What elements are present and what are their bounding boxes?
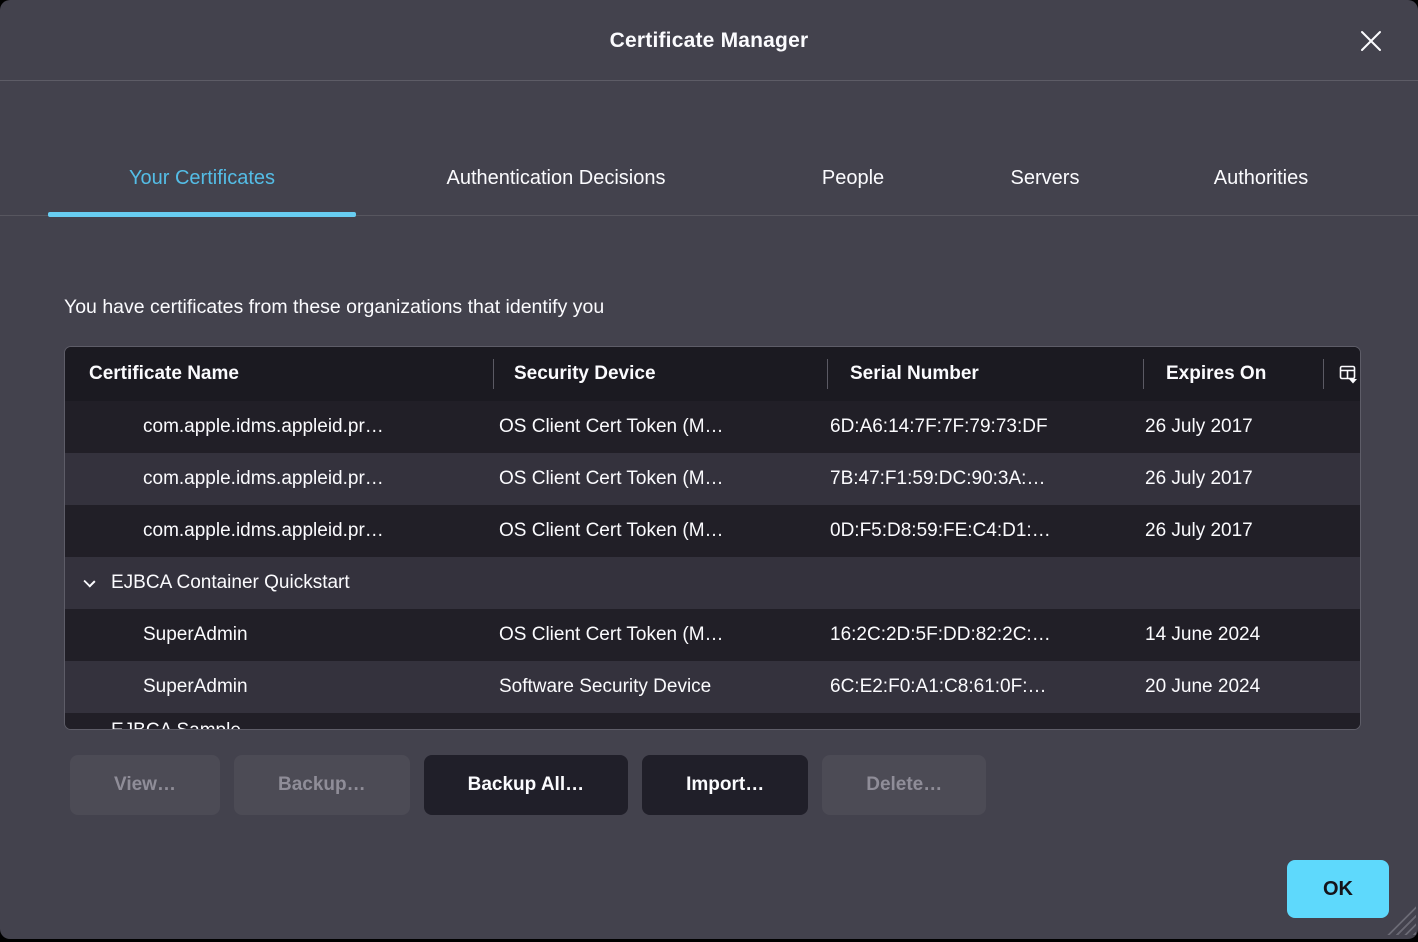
table-header: Certificate Name Security Device Serial …: [65, 347, 1360, 401]
column-header-security-device[interactable]: Security Device: [514, 347, 656, 401]
backup-button: Backup…: [234, 755, 410, 815]
column-picker-button[interactable]: [1335, 360, 1361, 388]
expires-on: 26 July 2017: [1145, 453, 1253, 505]
group-row[interactable]: EJBCA Container Quickstart: [65, 557, 1360, 609]
column-header-expires-on[interactable]: Expires On: [1166, 347, 1266, 401]
action-buttons: View…Backup…Backup All…Import…Delete…: [70, 755, 986, 815]
column-separator: [493, 359, 494, 389]
column-separator: [1143, 359, 1144, 389]
close-icon: [1358, 28, 1384, 54]
tab-people[interactable]: People: [771, 140, 935, 216]
backup-all-button[interactable]: Backup All…: [424, 755, 629, 815]
group-name: EJBCA Sample: [111, 713, 241, 730]
certificate-name: SuperAdmin: [143, 661, 248, 713]
delete-button: Delete…: [822, 755, 986, 815]
serial-number: 6D:A6:14:7F:7F:79:73:DF: [830, 401, 1048, 453]
column-header-serial-number[interactable]: Serial Number: [850, 347, 979, 401]
certificate-name: SuperAdmin: [143, 609, 248, 661]
group-name: EJBCA Container Quickstart: [111, 557, 350, 609]
column-separator: [827, 359, 828, 389]
tab-strip: Your Certificates Authentication Decisio…: [0, 140, 1418, 216]
table-row[interactable]: SuperAdmin Software Security Device 6C:E2:…: [65, 661, 1360, 713]
security-device: OS Client Cert Token (M…: [499, 453, 724, 505]
dialog-title: Certificate Manager: [0, 0, 1418, 81]
certificates-table: Certificate Name Security Device Serial …: [64, 346, 1361, 730]
resize-grip-icon[interactable]: [1386, 905, 1416, 935]
column-separator: [1323, 359, 1324, 389]
certificate-name: com.apple.idms.appleid.pr…: [143, 453, 384, 505]
serial-number: 6C:E2:F0:A1:C8:61:0F:…: [830, 661, 1047, 713]
certificate-name: com.apple.idms.appleid.pr…: [143, 401, 384, 453]
serial-number: 7B:47:F1:59:DC:90:3A:…: [830, 453, 1045, 505]
expires-on: 14 June 2024: [1145, 609, 1260, 661]
tab-authorities[interactable]: Authorities: [1179, 140, 1343, 216]
certificates-caption: You have certificates from these organiz…: [64, 296, 604, 319]
tab-authentication-decisions[interactable]: Authentication Decisions: [376, 140, 736, 216]
import-button[interactable]: Import…: [642, 755, 808, 815]
table-row[interactable]: com.apple.idms.appleid.pr… OS Client Cert…: [65, 453, 1360, 505]
table-row[interactable]: com.apple.idms.appleid.pr… OS Client Cert…: [65, 505, 1360, 557]
expires-on: 26 July 2017: [1145, 401, 1253, 453]
expires-on: 20 June 2024: [1145, 661, 1260, 713]
ok-button[interactable]: OK: [1287, 860, 1389, 918]
security-device: OS Client Cert Token (M…: [499, 505, 724, 557]
serial-number: 0D:F5:D8:59:FE:C4:D1:…: [830, 505, 1051, 557]
close-button[interactable]: [1350, 20, 1392, 62]
expires-on: 26 July 2017: [1145, 505, 1253, 557]
table-row[interactable]: com.apple.idms.appleid.pr… OS Client Cert…: [65, 401, 1360, 453]
certificate-manager-dialog: Certificate Manager Your Certificates Au…: [0, 0, 1418, 939]
columns-picker-icon: [1339, 365, 1358, 384]
group-row[interactable]: EJBCA Sample: [65, 713, 1360, 730]
certificate-name: com.apple.idms.appleid.pr…: [143, 505, 384, 557]
view-button: View…: [70, 755, 220, 815]
titlebar: Certificate Manager: [0, 0, 1418, 81]
security-device: OS Client Cert Token (M…: [499, 401, 724, 453]
chevron-down-icon[interactable]: [83, 575, 95, 587]
serial-number: 16:2C:2D:5F:DD:82:2C:…: [830, 609, 1051, 661]
table-body: com.apple.idms.appleid.pr… OS Client Cert…: [65, 401, 1360, 730]
tab-servers[interactable]: Servers: [963, 140, 1127, 216]
tab-your-certificates[interactable]: Your Certificates: [48, 140, 356, 216]
security-device: OS Client Cert Token (M…: [499, 609, 724, 661]
security-device: Software Security Device: [499, 661, 711, 713]
column-header-certificate-name[interactable]: Certificate Name: [89, 347, 239, 401]
table-row[interactable]: SuperAdmin OS Client Cert Token (M… 16:2C:…: [65, 609, 1360, 661]
